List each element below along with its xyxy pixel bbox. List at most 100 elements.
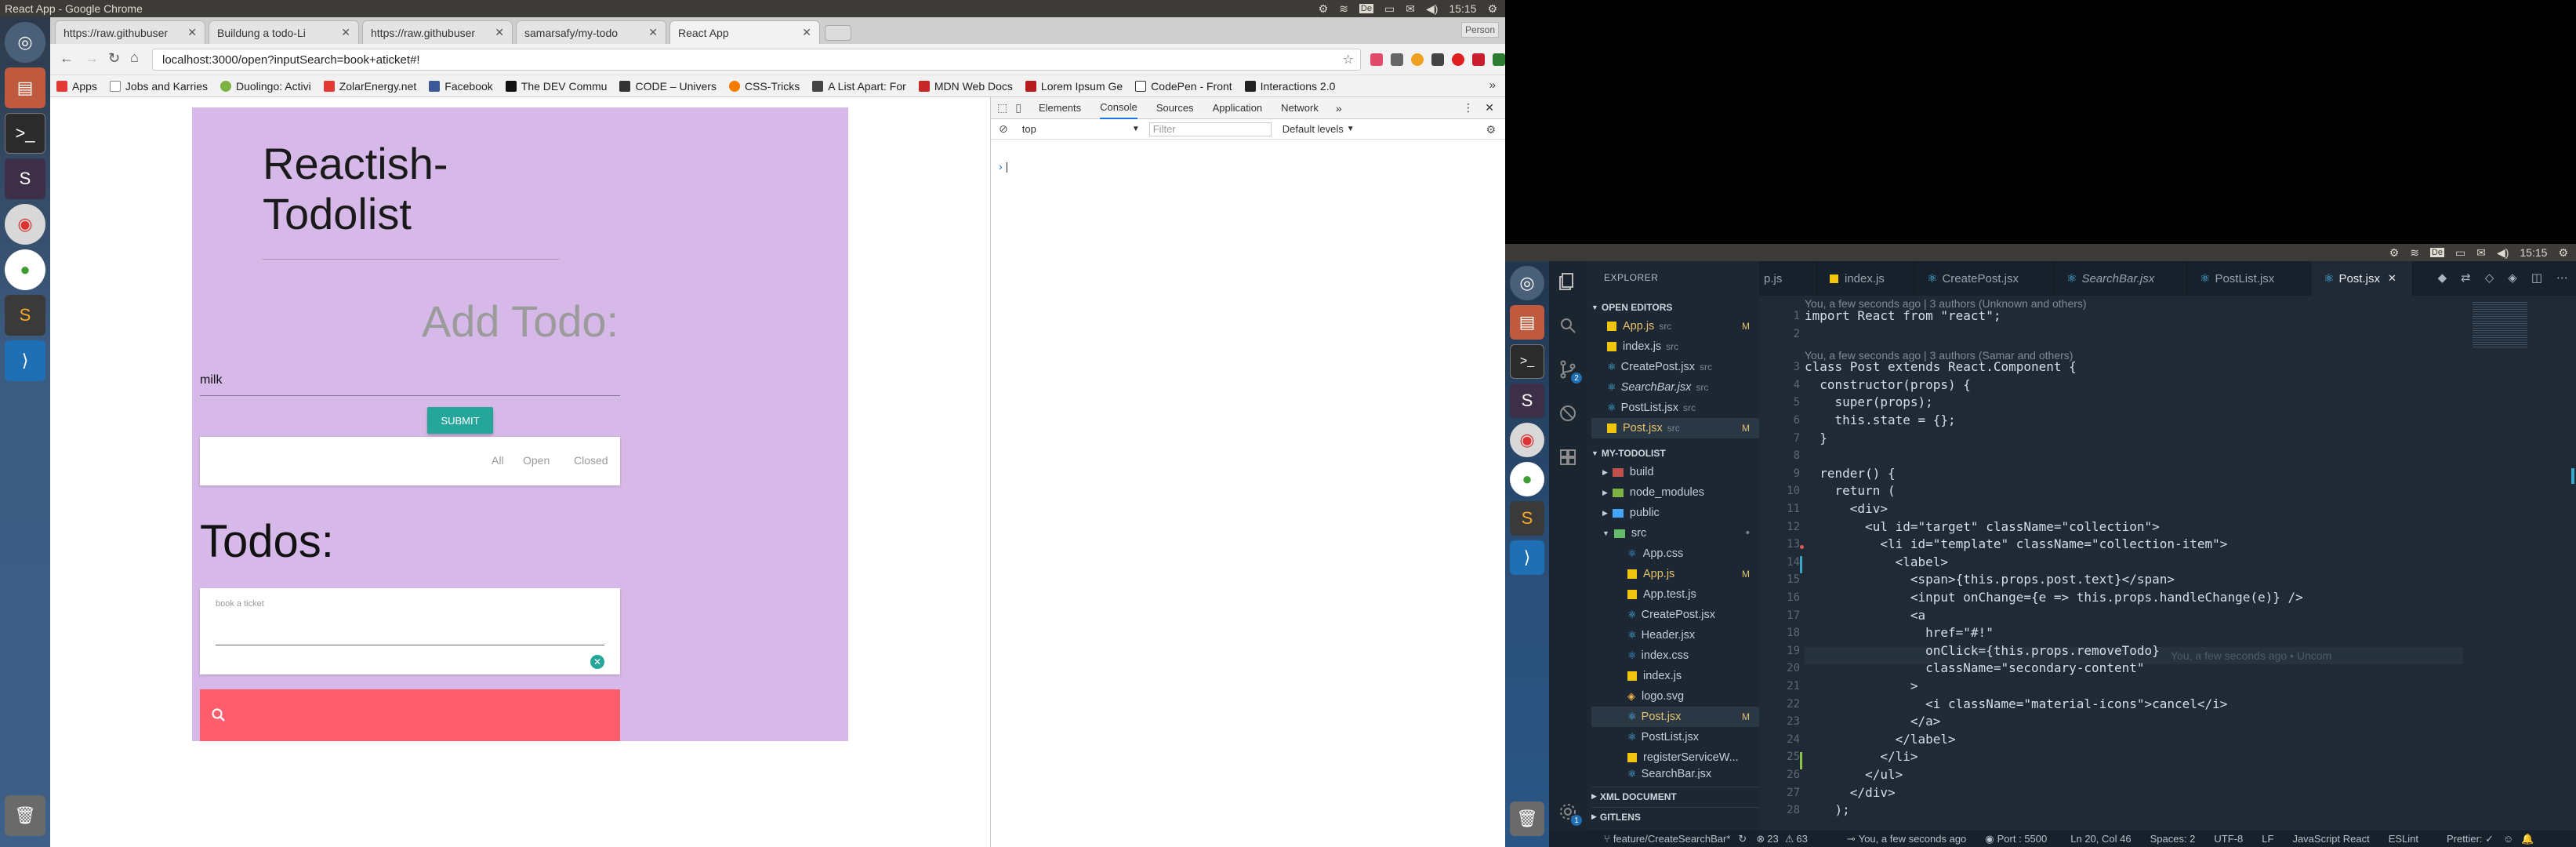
devtools-tab[interactable]: Sources [1156, 102, 1194, 114]
bookmark-item[interactable]: ZolarEnergy.net [323, 80, 416, 93]
gitlens-section[interactable]: ▶ GITLENS [1591, 807, 1759, 826]
history-icon[interactable]: ◇ [2485, 271, 2494, 285]
code-line[interactable]: > [1805, 678, 1918, 693]
trash-icon[interactable]: 🗑 [5, 795, 45, 836]
eslint-status[interactable]: ESLint [2389, 833, 2418, 845]
language-mode[interactable]: JavaScript React [2292, 833, 2369, 845]
bookmark-item[interactable]: A List Apart: For [812, 80, 906, 93]
browser-tab-active[interactable]: React App ✕ [669, 20, 820, 44]
url-text[interactable]: localhost:3000/open?inputSearch=book+ati… [162, 53, 420, 67]
profile-button[interactable]: Person [1460, 22, 1499, 38]
tree-file[interactable]: index.js [1591, 666, 1759, 686]
close-icon[interactable]: ✕ [802, 26, 811, 39]
clock[interactable]: 15:15 [2520, 246, 2547, 259]
files-icon[interactable]: ▤ [5, 67, 45, 108]
open-editor-item[interactable]: App.js src M [1591, 316, 1759, 336]
sublime-icon[interactable]: S [5, 295, 45, 336]
clear-console-icon[interactable]: ⊘ [999, 122, 1008, 136]
editor-tab[interactable]: ⚛ PostList.jsx [2187, 261, 2311, 296]
mail-icon[interactable]: ✉ [2476, 246, 2486, 260]
submit-button[interactable]: SUBMIT [427, 407, 493, 434]
more-tabs-icon[interactable]: » [1336, 102, 1342, 115]
todo-input[interactable]: milk [200, 368, 620, 396]
search-icon[interactable] [211, 707, 227, 723]
camera-icon[interactable] [1391, 53, 1403, 66]
code-line[interactable]: render() { [1805, 466, 1895, 481]
warning-count[interactable]: 63 [1796, 833, 1807, 845]
open-editor-item-active[interactable]: Post.jsx src M [1591, 418, 1759, 438]
open-editor-item[interactable]: index.js src [1591, 336, 1759, 357]
browser-tab[interactable]: https://raw.githubuser ✕ [362, 20, 513, 44]
code-line[interactable]: </a> [1805, 714, 1941, 729]
devtools-tab[interactable]: Network [1281, 102, 1319, 114]
context-select[interactable]: top ▼ [1022, 123, 1140, 135]
tree-file[interactable]: ⚛ CreatePost.jsx [1591, 605, 1759, 625]
tree-file[interactable]: ⚛ SearchBar.jsx [1591, 768, 1759, 779]
volume-icon[interactable]: ◀) [1426, 2, 1438, 16]
terminal-icon[interactable]: >_ [1510, 344, 1544, 379]
tree-file[interactable]: ⚛ index.css [1591, 645, 1759, 666]
sublime-icon[interactable]: S [1510, 501, 1544, 536]
devtools-menu-icon[interactable]: ⋮ [1463, 101, 1474, 115]
ubuntu-dash-icon[interactable]: ◎ [5, 22, 45, 63]
devtools-tab[interactable]: Elements [1039, 102, 1081, 114]
code-line[interactable]: <ul id="target" className="collection"> [1805, 519, 2160, 534]
tree-file[interactable]: ⚛ PostList.jsx [1591, 727, 1759, 747]
tree-file[interactable]: ⚛ Header.jsx [1591, 625, 1759, 645]
debug-icon[interactable] [1558, 404, 1577, 423]
close-icon[interactable]: ✕ [341, 26, 350, 39]
battery-icon[interactable]: ▭ [1384, 2, 1395, 16]
power-icon[interactable]: ⚙ [1487, 2, 1497, 16]
project-header[interactable]: ▼ MY-TODOLIST [1591, 445, 1759, 462]
wifi-icon[interactable]: ≋ [1339, 2, 1348, 16]
code-line[interactable]: </label> [1805, 732, 1956, 747]
line-ending[interactable]: LF [2262, 833, 2273, 845]
notifications-icon[interactable]: 🔔 [2521, 833, 2534, 845]
bookmark-item[interactable]: Interactions 2.0 [1244, 80, 1335, 93]
git-commit-icon[interactable]: ◈ [2508, 271, 2517, 285]
code-line[interactable]: <label> [1805, 554, 1948, 569]
mongodb-icon[interactable]: ● [1510, 462, 1544, 496]
opera-icon[interactable] [1452, 53, 1464, 66]
open-changes-icon[interactable]: ⇄ [2461, 271, 2471, 285]
tree-folder[interactable]: ▼ src • [1591, 523, 1759, 543]
code-line[interactable]: <i className="material-icons">cancel</i> [1805, 696, 2227, 711]
settings-icon[interactable]: ⚙ [2389, 246, 2400, 260]
console-prompt[interactable]: › | [999, 160, 1008, 173]
keyboard-icon[interactable]: De [2429, 248, 2444, 257]
tree-file[interactable]: App.test.js [1591, 584, 1759, 605]
code-line[interactable]: className="secondary-content" [1805, 660, 2144, 675]
code-line[interactable]: } [1805, 431, 1827, 445]
code-line[interactable]: super(props); [1805, 394, 1933, 409]
code-line[interactable]: <li id="template" className="collection-… [1805, 536, 2227, 551]
device-toolbar-icon[interactable]: ▯ [1015, 101, 1021, 115]
tree-file[interactable]: ◈ logo.svg [1591, 686, 1759, 707]
gear-icon[interactable]: ⚙ [1486, 123, 1496, 136]
terminal-icon[interactable]: >_ [5, 113, 45, 154]
code-line[interactable]: onClick={this.props.removeTodo} [1805, 643, 2160, 658]
bookmark-item[interactable]: CodePen - Front [1135, 80, 1232, 93]
code-line[interactable]: href="#!" [1805, 625, 1994, 640]
live-server-port[interactable]: Port : 5500 [1997, 833, 2048, 845]
open-editor-item[interactable]: ⚛ PostList.jsx src [1591, 398, 1759, 418]
tree-file[interactable]: registerServiceW... [1591, 747, 1759, 768]
mail-icon[interactable]: ✉ [1406, 2, 1415, 16]
forward-icon[interactable]: → [85, 50, 99, 67]
tree-file[interactable]: ⚛ App.css [1591, 543, 1759, 564]
git-compare-icon[interactable]: ◆ [2438, 271, 2447, 285]
indentation[interactable]: Spaces: 2 [2150, 833, 2196, 845]
code-line[interactable]: <a [1805, 608, 1925, 623]
code-line[interactable]: return ( [1805, 483, 1896, 498]
feedback-icon[interactable]: ☺ [2503, 833, 2513, 845]
tree-folder[interactable]: ▶ build [1591, 462, 1759, 482]
code-line[interactable]: <span>{this.props.post.text}</span> [1805, 572, 2175, 587]
code-line[interactable]: constructor(props) { [1805, 377, 1971, 392]
editor-tab[interactable]: ⚛ CreatePost.jsx [1914, 261, 2054, 296]
code-line[interactable]: ); [1805, 802, 1850, 817]
cancel-icon[interactable]: ✕ [590, 655, 604, 669]
bookmark-item[interactable]: The DEV Commu [505, 80, 607, 93]
more-actions-icon[interactable]: ⋯ [2556, 271, 2568, 285]
bookmark-item[interactable]: Duolingo: Activi [220, 80, 311, 93]
code-line[interactable]: </div> [1805, 785, 1896, 800]
more-bookmarks-icon[interactable]: » [1489, 78, 1496, 92]
